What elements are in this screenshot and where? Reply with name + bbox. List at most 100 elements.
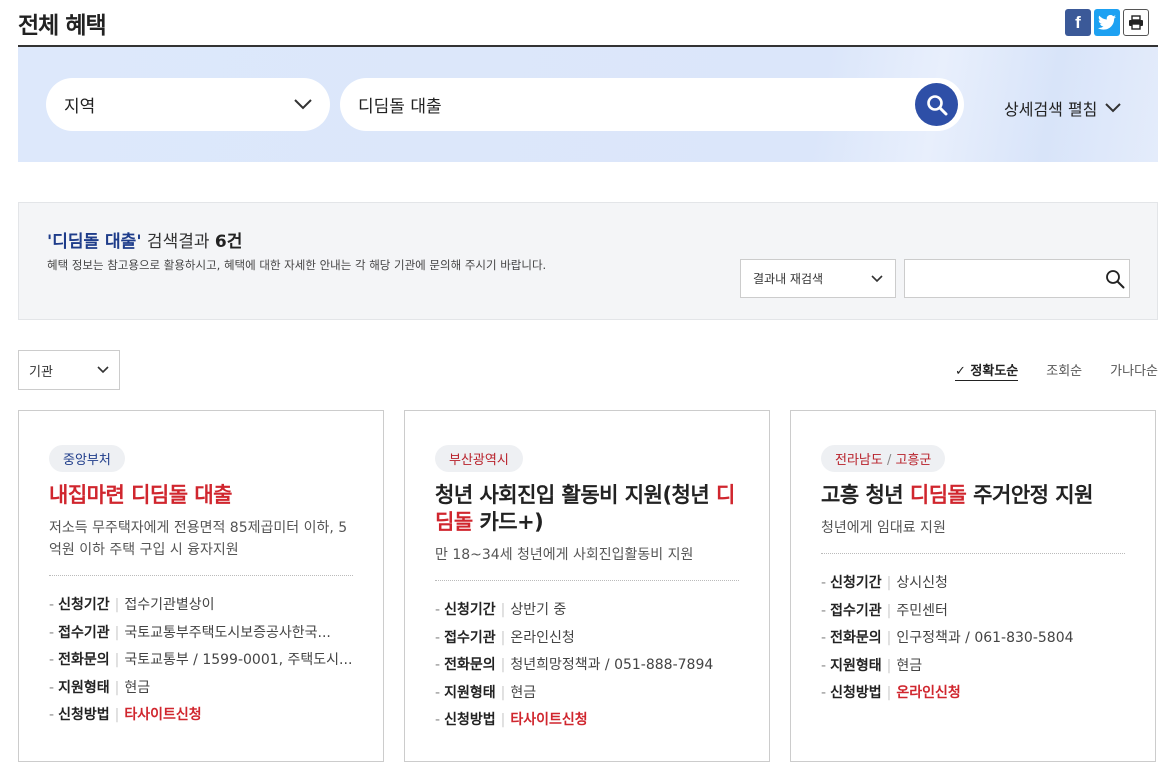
info-value: 온라인신청 [896, 685, 961, 701]
result-label: 검색결과 [141, 232, 215, 252]
facebook-share-button[interactable]: f [1065, 9, 1091, 36]
facebook-icon: f [1075, 12, 1081, 32]
refine-search-button[interactable] [1101, 269, 1129, 289]
info-key: 전화문의 [58, 652, 110, 668]
chevron-down-icon [871, 274, 883, 282]
info-key: 접수기관 [444, 629, 496, 646]
card-title-pre: 청년 사회진입 활동비 지원(청년 [435, 483, 717, 507]
info-phone: - 전화문의 | 인구정책과 / 061-830-5804 [821, 630, 1074, 646]
card-info-list: - 신청기간 | 상시신청 - 접수기관 | 주민센터 - 전화문의 | 인구정책과 / 061-… [821, 570, 1125, 708]
card-title-highlight: 내집마련 디딤돌 대출 [49, 483, 233, 507]
result-summary: '디딤돌 대출' 검색결과 6건 [47, 227, 242, 252]
info-value: 인구정책과 / 061-830-5804 [896, 630, 1074, 646]
card-title[interactable]: 고흥 청년 디딤돌 주거안정 지원 [821, 482, 1125, 509]
check-icon: ✓ [954, 364, 966, 379]
region-select-label: 지역 [64, 97, 96, 117]
info-value: 청년희망정책과 / 051-888-7894 [510, 657, 714, 673]
card-title-post: 주거안정 지원 [966, 483, 1093, 507]
info-key: 신청기간 [58, 597, 110, 613]
sort-options: ✓ 정확도순 조회순 가나다순 [954, 360, 1158, 381]
card-description: 만 18~34세 청년에게 사회진입활동비 지원 [435, 547, 694, 563]
twitter-share-button[interactable] [1094, 9, 1120, 36]
keyword-search-box [340, 78, 964, 131]
info-value: 온라인신청 [510, 629, 575, 646]
card-tag-org: 전라남도 [835, 453, 883, 468]
benefit-card[interactable]: 부산광역시 청년 사회진입 활동비 지원(청년 디딤돌 카드+) 만 18~34… [404, 410, 770, 762]
info-value: 타사이트신청 [510, 712, 588, 728]
info-agency: - 접수기관 | 주민센터 [821, 602, 948, 619]
sort-alpha[interactable]: 가나다순 [1110, 360, 1158, 381]
benefit-card[interactable]: 중앙부처 내집마련 디딤돌 대출 저소득 무주택자에게 전용면적 85제곱미터 … [18, 410, 384, 762]
info-agency: - 접수기관 | 온라인신청 [435, 629, 575, 646]
info-period: - 신청기간 | 접수기관별상이 [49, 597, 215, 613]
search-band: 지역 상세검색 펼침 [18, 47, 1158, 162]
card-tag: 부산광역시 [435, 445, 523, 472]
keyword-input[interactable] [358, 94, 915, 115]
refine-select[interactable]: 결과내 재검색 [740, 259, 896, 298]
card-tag-sub: 고흥군 [895, 453, 932, 468]
card-info-list: - 신청기간 | 상반기 중 - 접수기관 | 온라인신청 - 전화문의 | 청년희망정책과 / … [435, 597, 739, 735]
chevron-down-icon [294, 99, 312, 110]
card-title-pre: 고흥 청년 [821, 483, 910, 507]
chevron-down-icon [1105, 103, 1122, 113]
card-tag: 전라남도 / 고흥군 [821, 445, 946, 472]
card-tag-separator: / [886, 453, 892, 468]
refine-input[interactable] [905, 260, 1101, 297]
sort-views[interactable]: 조회순 [1046, 360, 1082, 381]
card-title[interactable]: 내집마련 디딤돌 대출 [49, 482, 353, 509]
search-button[interactable] [915, 83, 958, 126]
card-title-highlight: 디딤돌 [909, 483, 967, 507]
sort-accuracy[interactable]: ✓ 정확도순 [954, 360, 1019, 381]
card-tag-org: 부산광역시 [449, 453, 509, 468]
refine-select-label: 결과내 재검색 [753, 272, 824, 286]
result-keyword: '디딤돌 대출' [47, 232, 142, 252]
info-value: 접수기관별상이 [124, 597, 215, 613]
print-icon [1129, 15, 1143, 30]
info-key: 지원형태 [830, 657, 882, 674]
info-type: - 지원형태 | 현금 [821, 657, 923, 674]
info-value: 국토교통부 / 1599-0001, 주택도시... [124, 652, 353, 668]
sort-accuracy-label: 정확도순 [970, 364, 1019, 379]
info-key: 신청기간 [830, 575, 882, 591]
info-key: 지원형태 [58, 679, 110, 696]
agency-filter-label: 기관 [29, 364, 53, 380]
twitter-icon [1098, 15, 1116, 30]
card-tag-org: 중앙부처 [63, 453, 111, 468]
info-value: 상시신청 [896, 575, 948, 591]
advanced-search-toggle[interactable]: 상세검색 펼침 [1004, 96, 1122, 120]
info-key: 신청방법 [58, 707, 110, 723]
info-key: 신청방법 [830, 685, 882, 701]
result-count: 6건 [214, 232, 243, 252]
region-select[interactable]: 지역 [46, 78, 330, 131]
card-divider [435, 580, 739, 581]
card-tag: 중앙부처 [49, 445, 125, 472]
info-method: - 신청방법 | 온라인신청 [821, 685, 961, 701]
info-agency: - 접수기관 | 국토교통부주택도시보증공사한국... [49, 624, 331, 641]
info-method: - 신청방법 | 타사이트신청 [49, 707, 202, 723]
info-value: 타사이트신청 [124, 707, 202, 723]
result-summary-box: '디딤돌 대출' 검색결과 6건 혜택 정보는 참고용으로 활용하시고, 혜택에… [18, 202, 1158, 320]
info-key: 신청기간 [444, 602, 496, 618]
share-buttons: f [1065, 9, 1149, 36]
print-button[interactable] [1123, 9, 1149, 36]
result-note: 혜택 정보는 참고용으로 활용하시고, 혜택에 대한 자세한 안내는 각 해당 … [47, 258, 547, 272]
card-title-post: 카드+) [472, 510, 544, 534]
card-divider [821, 553, 1125, 554]
info-type: - 지원형태 | 현금 [49, 679, 151, 696]
info-value: 현금 [896, 657, 923, 674]
card-divider [49, 575, 353, 576]
card-description: 저소득 무주택자에게 전용면적 85제곱미터 이하, 5억원 이하 주택 구입 … [49, 520, 348, 558]
info-key: 지원형태 [444, 684, 496, 701]
info-key: 접수기관 [58, 624, 110, 641]
info-value: 현금 [510, 684, 537, 701]
card-info-list: - 신청기간 | 접수기관별상이 - 접수기관 | 국토교통부주택도시보증공사한국... -… [49, 592, 353, 730]
benefit-card[interactable]: 전라남도 / 고흥군 고흥 청년 디딤돌 주거안정 지원 청년에게 임대료 지원… [790, 410, 1156, 762]
info-method: - 신청방법 | 타사이트신청 [435, 712, 588, 728]
info-value: 상반기 중 [510, 602, 567, 618]
search-icon [926, 94, 947, 115]
info-key: 전화문의 [830, 630, 882, 646]
info-phone: - 전화문의 | 청년희망정책과 / 051-888-7894 [435, 657, 714, 673]
agency-filter-select[interactable]: 기관 [18, 350, 120, 390]
card-title[interactable]: 청년 사회진입 활동비 지원(청년 디딤돌 카드+) [435, 482, 739, 536]
info-type: - 지원형태 | 현금 [435, 684, 537, 701]
